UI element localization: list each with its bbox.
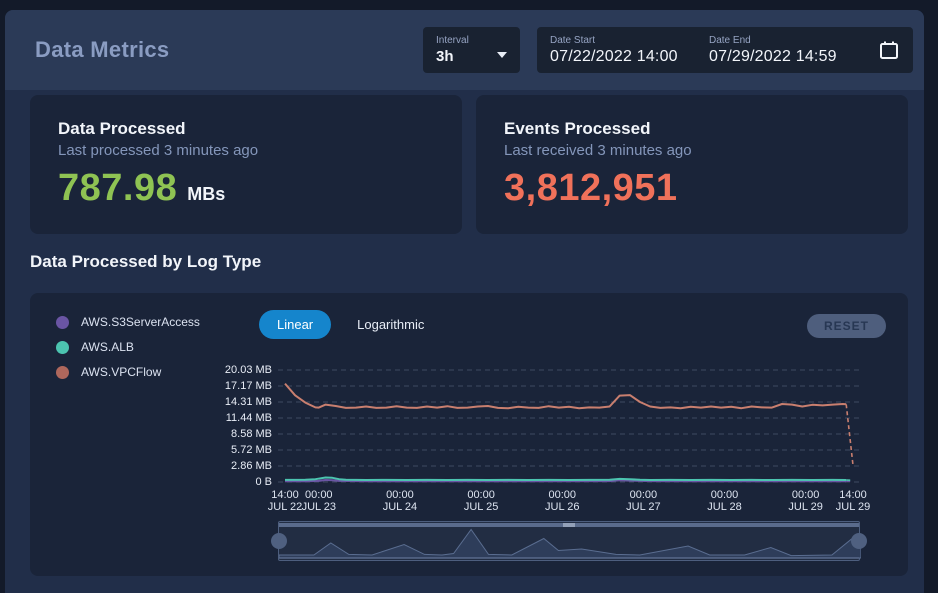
interval-select[interactable]: Interval 3h xyxy=(423,27,520,73)
x-tick-label: 00:00JUL 27 xyxy=(626,489,660,513)
y-tick-label: 5.72 MB xyxy=(56,445,272,456)
data-processed-unit: MBs xyxy=(187,184,225,205)
date-start-value: 07/22/2022 14:00 xyxy=(550,48,678,66)
legend-item-s3serveraccess[interactable]: AWS.S3ServerAccess xyxy=(56,315,200,329)
data-metrics-panel: Data Metrics Interval 3h Date Start 07/2… xyxy=(5,10,924,593)
chart-card: AWS.S3ServerAccess AWS.ALB AWS.VPCFlow L… xyxy=(30,293,908,576)
y-axis-labels: 20.03 MB 17.17 MB 14.31 MB 11.44 MB 8.58 MB 5… xyxy=(56,368,272,484)
x-tick-label: 00:00JUL 26 xyxy=(545,489,579,513)
y-tick-label: 8.58 MB xyxy=(56,429,272,440)
linear-scale-button[interactable]: Linear xyxy=(259,310,331,339)
header: Data Metrics Interval 3h Date Start 07/2… xyxy=(5,10,924,90)
interval-label: Interval xyxy=(436,35,507,46)
teal-series-dot-icon xyxy=(56,341,69,354)
x-axis-labels: 14:00JUL 2200:00JUL 2300:00JUL 2400:00JU… xyxy=(278,489,860,515)
y-tick-label: 2.86 MB xyxy=(56,461,272,472)
brush-handle-left[interactable] xyxy=(271,533,287,549)
date-range-picker[interactable]: Date Start 07/22/2022 14:00 Date End 07/… xyxy=(537,27,913,73)
y-tick-label: 14.31 MB xyxy=(56,397,272,408)
x-tick-label: 00:00JUL 24 xyxy=(383,489,417,513)
card-subtitle: Last processed 3 minutes ago xyxy=(58,142,434,159)
x-tick-label: 00:00JUL 23 xyxy=(302,489,336,513)
x-tick-label: 00:00JUL 28 xyxy=(707,489,741,513)
date-end-label: Date End xyxy=(709,35,837,46)
data-processed-value: 787.98 xyxy=(58,167,177,210)
y-tick-label: 17.17 MB xyxy=(56,381,272,392)
x-tick-label: 14:00JUL 22 xyxy=(268,489,302,513)
series-line-AWS.ALB xyxy=(285,478,846,481)
chevron-down-icon xyxy=(497,52,507,58)
card-title: Events Processed xyxy=(504,119,880,139)
calendar-icon[interactable] xyxy=(878,39,900,61)
legend-item-alb[interactable]: AWS.ALB xyxy=(56,340,200,354)
purple-series-dot-icon xyxy=(56,316,69,329)
logarithmic-scale-button[interactable]: Logarithmic xyxy=(357,317,424,332)
x-tick-label: 00:00JUL 29 xyxy=(788,489,822,513)
date-end-group[interactable]: Date End 07/29/2022 14:59 xyxy=(709,35,837,66)
card-subtitle: Last received 3 minutes ago xyxy=(504,142,880,159)
series-line-AWS.VPCFlow xyxy=(285,384,846,409)
minimap-area-chart xyxy=(279,522,861,562)
brush-handle-right[interactable] xyxy=(851,533,867,549)
minimap-area-path xyxy=(279,530,861,559)
y-tick-label: 11.44 MB xyxy=(56,413,272,424)
series-dashed-tail-AWS.VPCFlow xyxy=(846,404,853,465)
date-start-label: Date Start xyxy=(550,35,678,46)
x-tick-label: 14:00JUL 29 xyxy=(836,489,870,513)
y-tick-label: 20.03 MB xyxy=(56,365,272,376)
reset-button[interactable]: RESET xyxy=(807,314,886,338)
scale-toggle: Linear Logarithmic xyxy=(259,310,424,339)
minimap-scrollbar[interactable] xyxy=(279,523,859,527)
plot-svg xyxy=(278,368,860,484)
date-start-group[interactable]: Date Start 07/22/2022 14:00 xyxy=(550,35,678,66)
summary-cards: Data Processed Last processed 3 minutes … xyxy=(30,95,908,231)
events-processed-value: 3,812,951 xyxy=(504,167,678,210)
timeline-brush[interactable] xyxy=(278,521,860,561)
events-processed-card: Events Processed Last received 3 minutes… xyxy=(476,95,908,234)
card-title: Data Processed xyxy=(58,119,434,139)
legend-label: AWS.S3ServerAccess xyxy=(81,315,200,329)
x-tick-label: 00:00JUL 25 xyxy=(464,489,498,513)
data-processed-card: Data Processed Last processed 3 minutes … xyxy=(30,95,462,234)
legend-label: AWS.ALB xyxy=(81,340,134,354)
minimap-scrollbar-grip[interactable] xyxy=(563,523,575,527)
minimap-bottom-bar xyxy=(279,557,859,559)
page-title: Data Metrics xyxy=(35,37,169,63)
section-title: Data Processed by Log Type xyxy=(30,252,261,272)
y-tick-label: 0 B xyxy=(56,477,272,488)
date-end-value: 07/29/2022 14:59 xyxy=(709,48,837,66)
interval-value: 3h xyxy=(436,48,454,65)
